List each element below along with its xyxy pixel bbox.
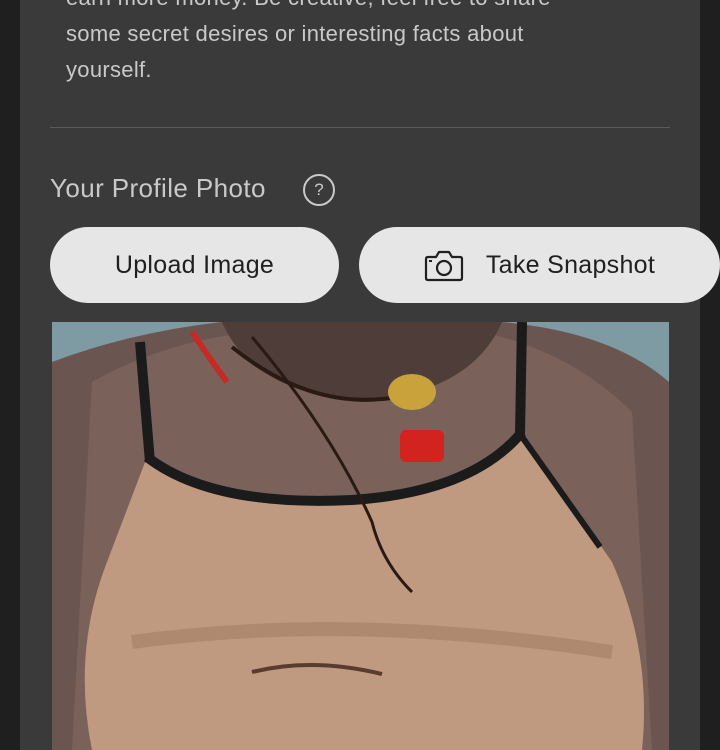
description-line-2: yourself. [66, 57, 152, 82]
profile-photo-preview [52, 322, 669, 750]
help-icon[interactable]: ? [303, 174, 335, 206]
description-line-1: some secret desires or interesting facts… [66, 21, 524, 46]
take-snapshot-button[interactable]: Take Snapshot [359, 227, 720, 303]
take-snapshot-label: Take Snapshot [485, 250, 656, 279]
profile-photo-image [52, 322, 669, 750]
profile-description-text: earn more money. Be creative, feel free … [66, 0, 626, 88]
upload-image-button[interactable]: Upload Image [50, 227, 339, 303]
upload-image-label: Upload Image [114, 250, 275, 279]
profile-photo-title: Your Profile Photo [50, 173, 266, 203]
section-divider [50, 127, 670, 128]
camera-icon [424, 248, 464, 282]
description-line-cut: earn more money. Be creative, feel free … [66, 0, 626, 16]
profile-form-card: earn more money. Be creative, feel free … [20, 0, 720, 750]
